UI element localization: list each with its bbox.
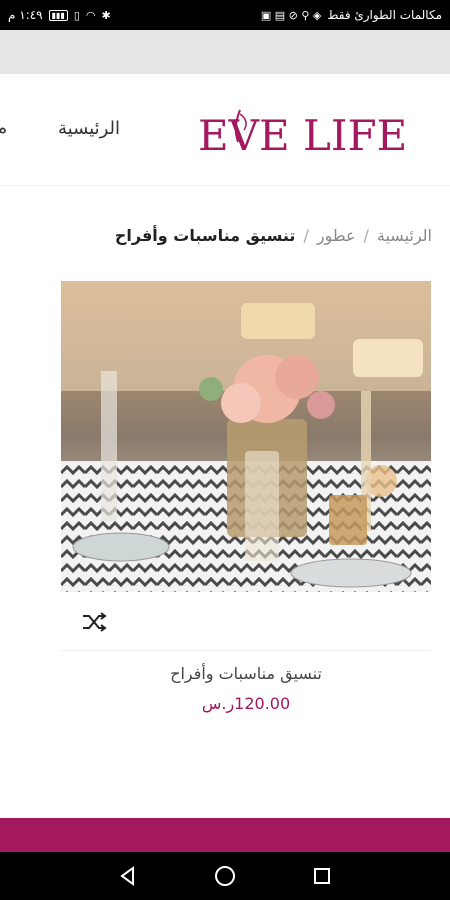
breadcrumb-separator: / bbox=[303, 226, 309, 245]
logo-text: EVE LIFE bbox=[198, 111, 407, 158]
battery-icon: ▮▮▮ bbox=[48, 9, 68, 21]
breadcrumb-home[interactable]: الرئيسية bbox=[377, 226, 432, 245]
bluetooth-icon: ✱ bbox=[101, 8, 111, 22]
site-logo[interactable]: EVE LIFE bbox=[198, 104, 414, 160]
breadcrumb-category[interactable]: عطور bbox=[317, 226, 356, 245]
logo-graphic: EVE LIFE bbox=[198, 109, 407, 160]
wifi-icon: ◠ bbox=[85, 8, 96, 22]
shuffle-icon[interactable] bbox=[80, 608, 108, 636]
browser-toolbar bbox=[0, 30, 450, 74]
nav-item-more[interactable]: م bbox=[0, 118, 7, 139]
status-bar: ١:٤٩ م ▮▮▮ ▯ ◠ ✱ ▣ ▤ ⊘ ⚲ ◈ مكالمات الطوا… bbox=[0, 0, 450, 30]
product-title[interactable]: تنسيق مناسبات وأفراح bbox=[61, 664, 431, 683]
sim-icon: ▯ bbox=[73, 8, 80, 22]
footer-bar bbox=[0, 818, 450, 852]
status-left: ١:٤٩ م ▮▮▮ ▯ ◠ ✱ bbox=[8, 8, 111, 22]
notification-icons: ▣ ▤ ⊘ ⚲ ◈ bbox=[260, 8, 322, 22]
back-triangle-icon[interactable] bbox=[114, 862, 142, 890]
breadcrumb-current: تنسيق مناسبات وأفراح bbox=[114, 226, 296, 245]
home-circle-icon[interactable] bbox=[211, 862, 239, 890]
system-nav-bar bbox=[0, 852, 450, 900]
product-price: 120.00ر.س bbox=[201, 694, 291, 713]
divider bbox=[61, 650, 431, 651]
clock: ١:٤٩ م bbox=[8, 8, 43, 22]
carrier-text: مكالمات الطوارئ فقط bbox=[327, 8, 442, 22]
recents-square-icon[interactable] bbox=[308, 862, 336, 890]
status-right: ▣ ▤ ⊘ ⚲ ◈ مكالمات الطوارئ فقط bbox=[261, 8, 442, 22]
product-image[interactable] bbox=[61, 281, 431, 592]
breadcrumb-separator: / bbox=[363, 226, 369, 245]
nav-item-home[interactable]: الرئيسية bbox=[58, 118, 120, 139]
breadcrumb: الرئيسية / عطور / تنسيق مناسبات وأفراح bbox=[115, 226, 432, 245]
site-header: م الرئيسية EVE LIFE bbox=[0, 74, 450, 186]
product-photo bbox=[61, 281, 431, 592]
